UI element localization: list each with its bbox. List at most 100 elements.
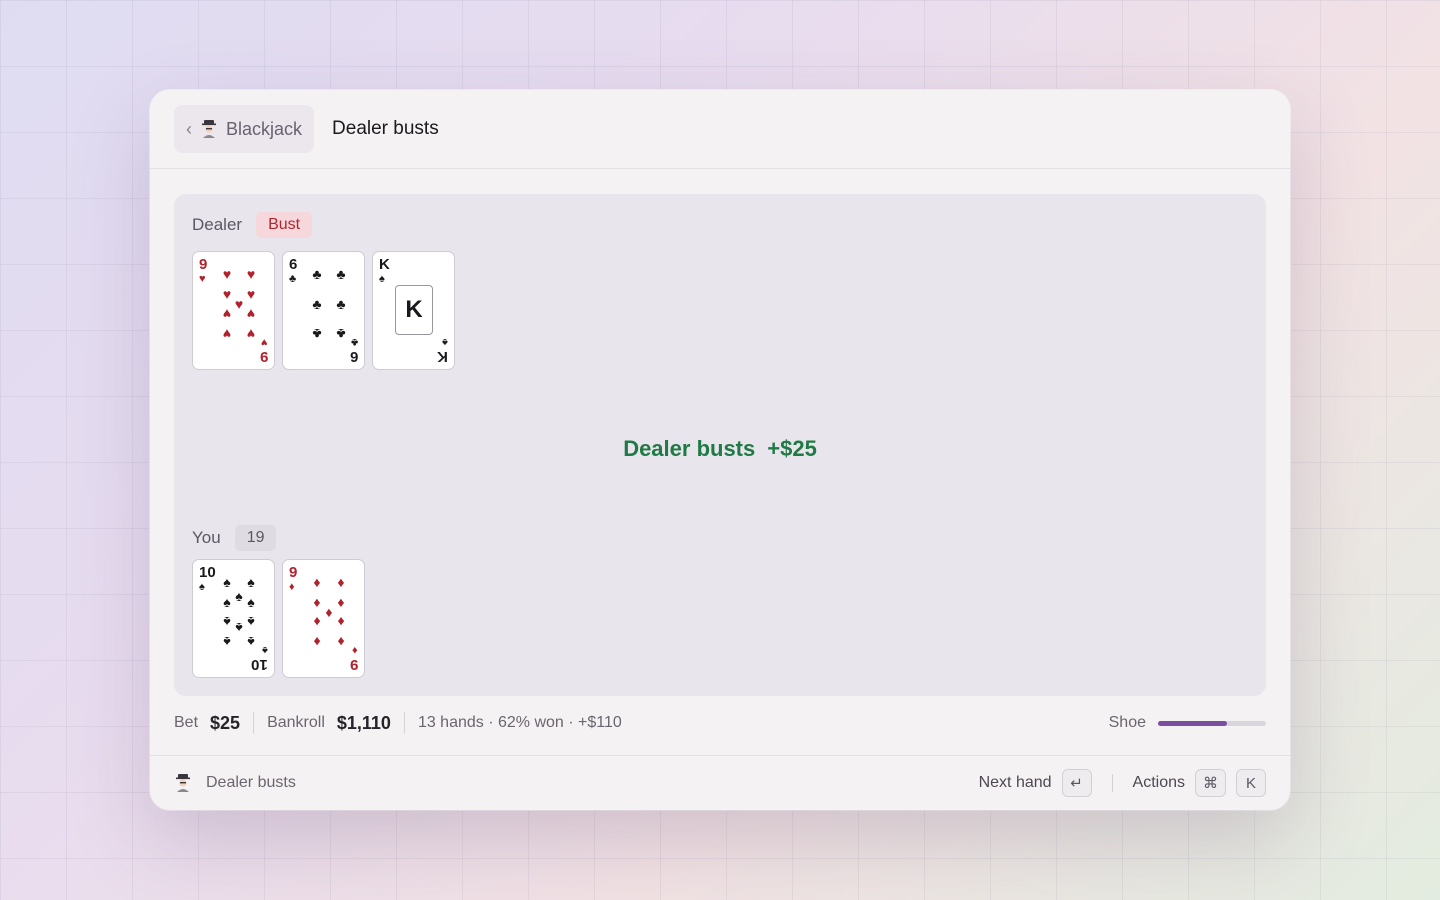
- card-pip-icon: ♦: [313, 614, 321, 630]
- card-pip-icon: ♣: [336, 266, 346, 282]
- shoe-label: Shoe: [1108, 714, 1146, 731]
- card-suit-icon: ♣: [289, 273, 297, 285]
- card-suit-icon: ♦: [289, 581, 295, 593]
- divider: [403, 712, 405, 734]
- card-suit-icon: ♥: [261, 336, 268, 348]
- card-pip-icon: ♦: [337, 634, 345, 650]
- card-suit-icon: ♠: [379, 273, 385, 285]
- card-suit-icon: ♠: [442, 336, 448, 348]
- card-rank-inverted: K: [437, 348, 448, 365]
- next-hand-button[interactable]: Next hand: [979, 774, 1052, 792]
- card-pip-icon: ♠: [223, 614, 231, 630]
- footer-status: Dealer busts: [174, 773, 296, 793]
- card-pip-icon: ♥: [222, 286, 232, 302]
- card-suit-icon: ♠: [262, 644, 268, 656]
- card-pip-icon: ♠: [223, 594, 231, 610]
- card-pip-icon: ♠: [223, 634, 231, 650]
- card-pip-icon: ♣: [336, 326, 346, 342]
- card-face-figure: K: [395, 285, 433, 335]
- card-pip-icon: ♦: [325, 604, 333, 620]
- card-pip-icon: ♦: [313, 634, 321, 650]
- player-card: 9 ♦ 9 ♦ ♦ ♦ ♦ ♦ ♦ ♦ ♦ ♦ ♦: [282, 559, 365, 678]
- card-pip-icon: ♠: [235, 620, 243, 636]
- card-pip-icon: ♥: [246, 326, 256, 342]
- player-label-row: You 19: [192, 525, 277, 551]
- footer-actions: Next hand ↵ Actions ⌘ K: [979, 769, 1266, 797]
- card-pip-icon: ♣: [312, 296, 322, 312]
- back-button[interactable]: ‹ Blackjack: [174, 105, 315, 153]
- shoe-progress-track: [1158, 720, 1266, 726]
- card-pip-icon: ♠: [247, 634, 255, 650]
- card-pip-icon: ♣: [312, 326, 322, 342]
- card-rank: 10: [199, 564, 216, 581]
- player-hand: 10 ♠ 10 ♠ ♠ ♠ ♠ ♠ ♠ ♠ ♠ ♠ ♠ ♠ 9 ♦ 9 ♦ ♦ ♦ ♦ ♦ ♦ ♦ ♦ ♦ ♦: [192, 559, 365, 678]
- dealer-label: Dealer: [192, 215, 243, 234]
- card-rank: K: [379, 256, 390, 273]
- card-pip-icon: ♥: [234, 296, 244, 312]
- game-board: Dealer Bust 9 ♥ 9 ♥ ♥ ♥ ♥ ♥ ♥ ♥ ♥ ♥ ♥ 6 ♣ 6 ♣ ♣ ♣ ♣ ♣ ♣ ♣ K ♠ K ♠ K…: [174, 194, 1266, 696]
- card-suit-icon: ♥: [199, 273, 206, 285]
- card-pip-icon: ♦: [337, 614, 345, 630]
- card-pip-icon: ♥: [246, 286, 256, 302]
- divider: [253, 712, 255, 734]
- bankroll-label: Bankroll: [267, 714, 325, 731]
- card-rank: 6: [289, 256, 298, 273]
- player-total-badge: 19: [234, 525, 277, 551]
- card-pip-icon: ♥: [246, 266, 256, 282]
- enter-key-icon: ↵: [1061, 769, 1092, 797]
- footer-bar: Dealer busts Next hand ↵ Actions ⌘ K: [150, 755, 1290, 810]
- card-rank-inverted: 9: [349, 656, 358, 673]
- session-summary: 13 hands · 62% won · +$110: [417, 714, 622, 731]
- card-pip-icon: ♦: [313, 574, 321, 590]
- card-pip-icon: ♠: [223, 574, 231, 590]
- card-suit-icon: ♦: [352, 644, 358, 656]
- card-rank-inverted: 10: [251, 656, 268, 673]
- card-pip-icon: ♠: [247, 614, 255, 630]
- card-rank-inverted: 6: [349, 348, 358, 365]
- card-pip-icon: ♦: [337, 574, 345, 590]
- card-pip-icon: ♥: [222, 266, 232, 282]
- game-window: ‹ Blackjack Dealer busts Dealer Bust 9 ♥ 9…: [150, 90, 1290, 810]
- card-suit-icon: ♣: [350, 336, 358, 348]
- card-pip-icon: ♥: [222, 306, 232, 322]
- result-message: Dealer busts +$25: [174, 436, 1266, 462]
- card-pip-icon: ♦: [337, 594, 345, 610]
- footer-status-text: Dealer busts: [206, 774, 296, 791]
- gambler-avatar-icon: [202, 120, 216, 138]
- card-pip-icon: ♣: [312, 266, 322, 282]
- card-pip-icon: ♠: [247, 574, 255, 590]
- page-title: Dealer busts: [332, 118, 439, 139]
- actions-button[interactable]: Actions: [1133, 774, 1185, 792]
- card-rank: 9: [199, 256, 208, 273]
- card-rank-inverted: 9: [259, 348, 268, 365]
- card-pip-icon: ♥: [246, 306, 256, 322]
- player-label: You: [192, 528, 221, 547]
- divider: [1111, 774, 1113, 792]
- bet-label: Bet: [174, 714, 199, 731]
- dealer-card: 9 ♥ 9 ♥ ♥ ♥ ♥ ♥ ♥ ♥ ♥ ♥ ♥: [192, 251, 275, 370]
- card-suit-icon: ♠: [199, 581, 205, 593]
- result-text: Dealer busts: [623, 436, 756, 461]
- card-rank: 9: [289, 564, 298, 581]
- dealer-card: K ♠ K ♠ K: [372, 251, 455, 370]
- chevron-left-icon: ‹: [186, 118, 192, 139]
- k-key-icon: K: [1236, 769, 1266, 797]
- result-amount: +$25: [767, 436, 817, 461]
- dealer-hand: 9 ♥ 9 ♥ ♥ ♥ ♥ ♥ ♥ ♥ ♥ ♥ ♥ 6 ♣ 6 ♣ ♣ ♣ ♣ ♣ ♣ ♣ K ♠ K ♠ K: [192, 251, 455, 370]
- gambler-avatar-icon: [176, 774, 190, 792]
- dealer-status-badge: Bust: [256, 212, 313, 238]
- command-key-icon: ⌘: [1195, 769, 1226, 797]
- header: ‹ Blackjack Dealer busts: [150, 90, 1290, 169]
- stats-bar: Bet $25 Bankroll $1,110 13 hands · 62% w…: [174, 708, 1266, 738]
- back-button-label: Blackjack: [226, 118, 303, 139]
- card-pip-icon: ♥: [222, 326, 232, 342]
- shoe-indicator: Shoe: [1109, 714, 1266, 732]
- card-pip-icon: ♦: [313, 594, 321, 610]
- dealer-label-row: Dealer Bust: [192, 212, 313, 238]
- card-pip-icon: ♠: [235, 588, 243, 604]
- card-pip-icon: ♣: [336, 296, 346, 312]
- card-pip-icon: ♠: [247, 594, 255, 610]
- bankroll-value: $1,110: [336, 712, 391, 733]
- bet-value: $25: [210, 712, 241, 733]
- shoe-progress-fill: [1158, 720, 1228, 726]
